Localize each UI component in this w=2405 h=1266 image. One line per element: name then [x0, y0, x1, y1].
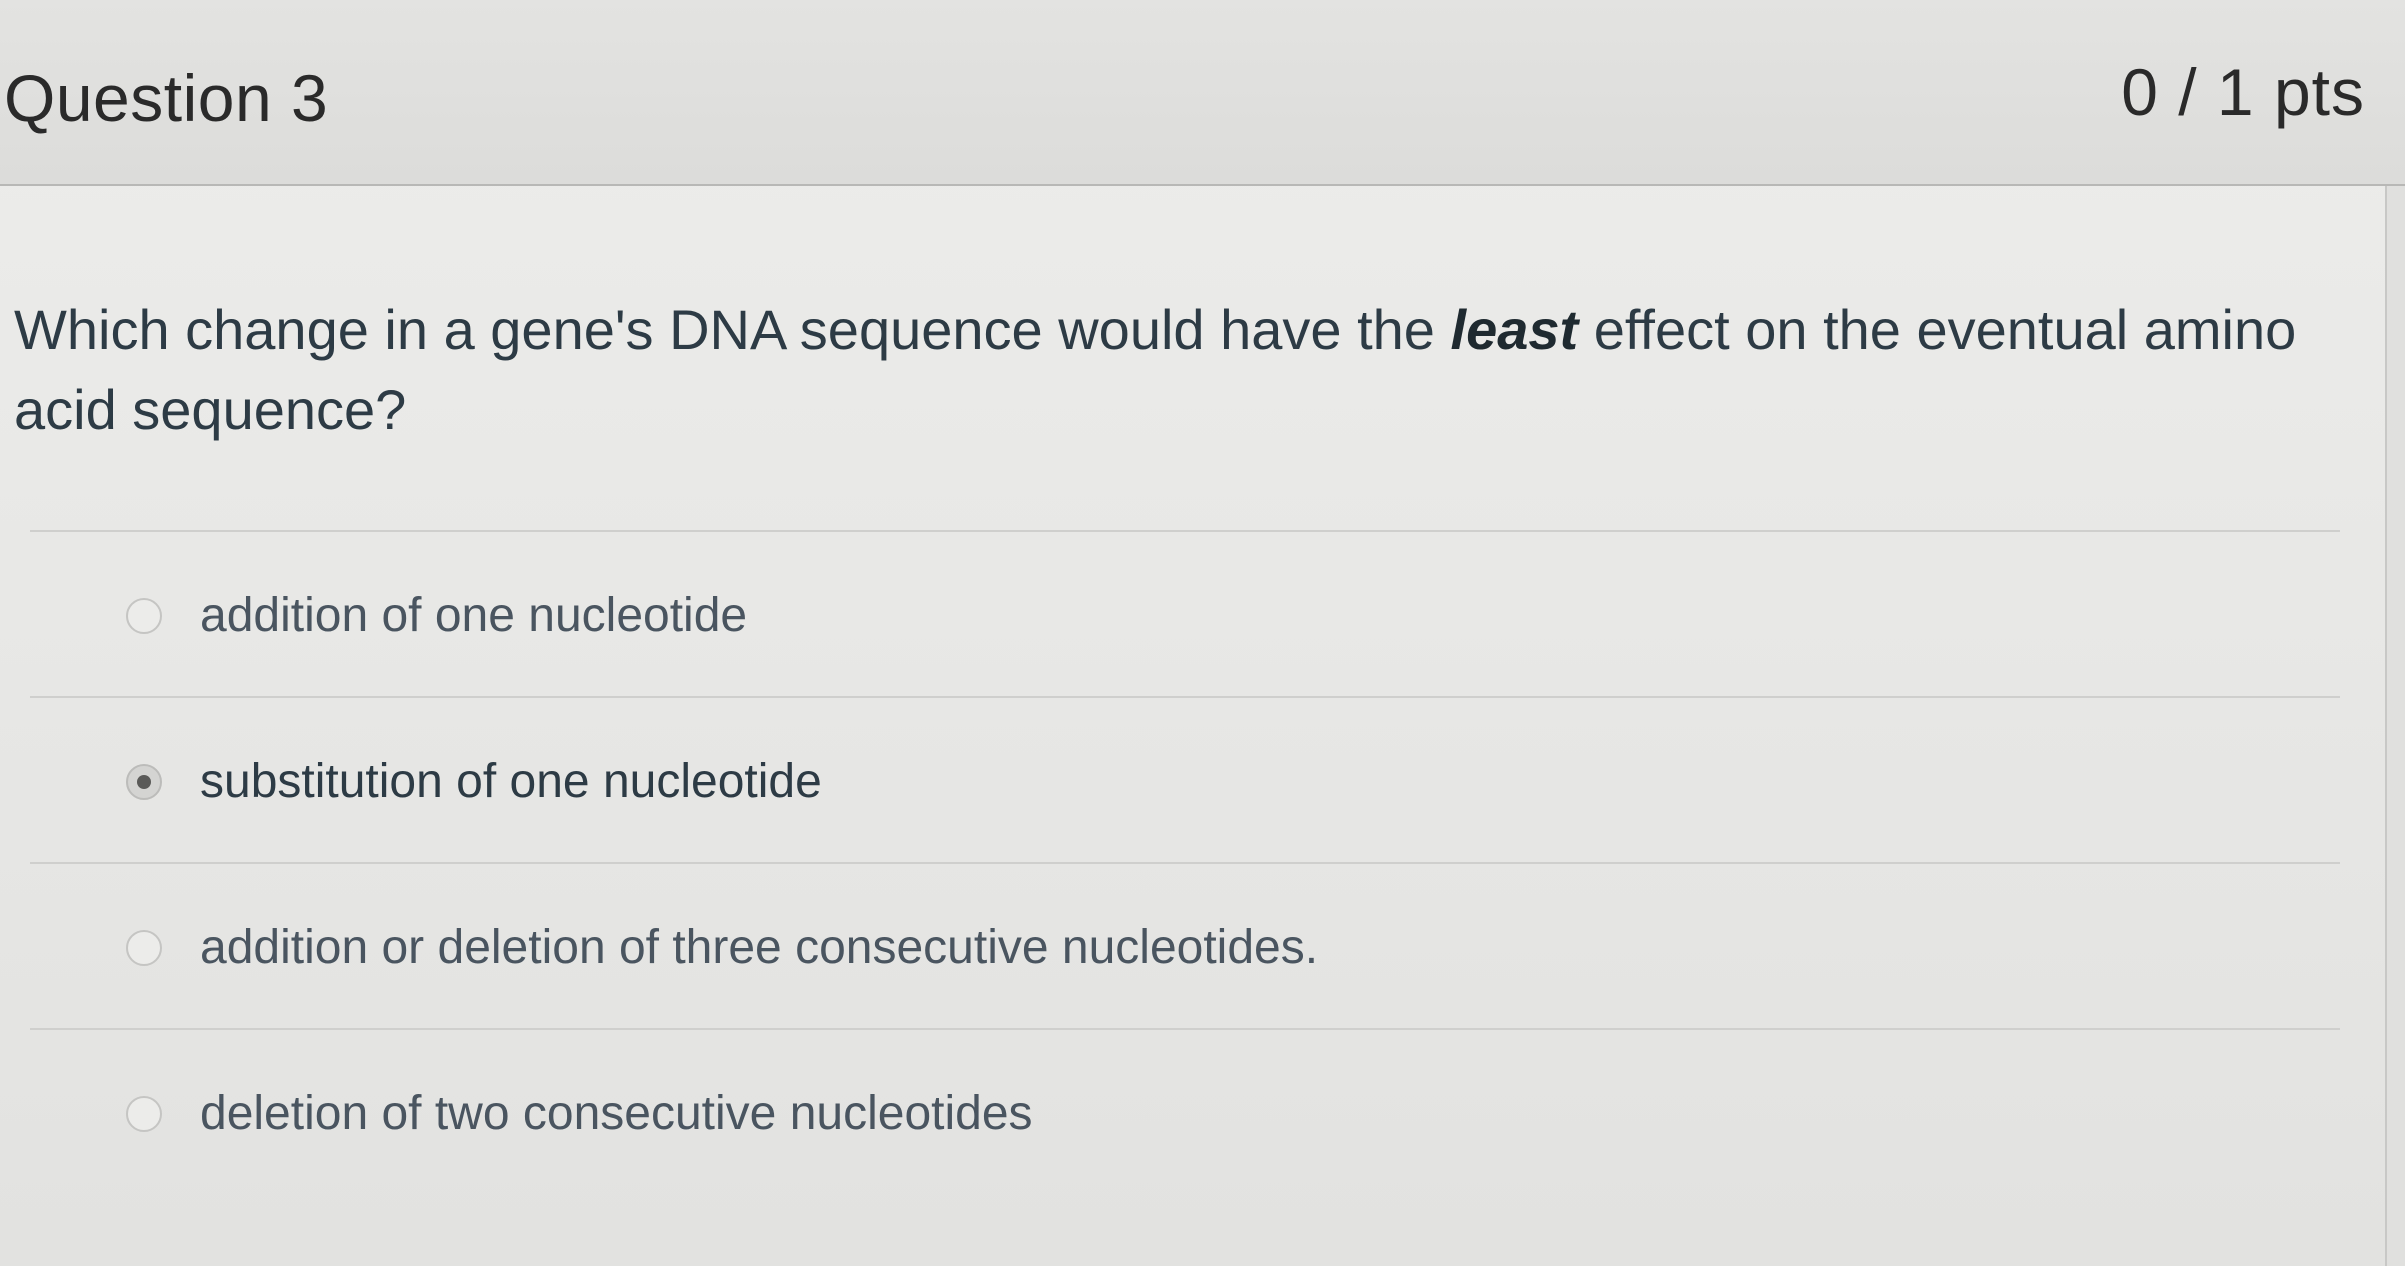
answer-label: substitution of one nucleotide: [200, 755, 822, 808]
answer-label: addition of one nucleotide: [200, 589, 748, 642]
question-header: Question 3 0 / 1 pts: [0, 0, 2405, 186]
answer-label: deletion of two consecutive nucleotides: [200, 1087, 1033, 1140]
radio-button[interactable]: [126, 930, 162, 966]
answer-option-3[interactable]: addition or deletion of three consecutiv…: [20, 864, 2340, 1028]
answer-label: addition or deletion of three consecutiv…: [200, 921, 1319, 974]
question-title: Question 3: [4, 61, 329, 135]
question-points: 0 / 1 pts: [2121, 55, 2365, 129]
answer-option-4[interactable]: deletion of two consecutive nucleotides: [20, 1030, 2340, 1194]
answer-option-1[interactable]: addition of one nucleotide: [20, 532, 2340, 696]
question-text-emphasis: least: [1450, 298, 1579, 361]
radio-button[interactable]: [126, 1096, 162, 1132]
scroll-edge: [2385, 186, 2405, 1266]
answer-list: addition of one nucleotide substitution …: [20, 530, 2340, 1194]
answer-option-2[interactable]: substitution of one nucleotide: [20, 698, 2340, 862]
radio-button[interactable]: [126, 598, 162, 634]
quiz-page: Question 3 0 / 1 pts Which change in a g…: [0, 0, 2405, 1266]
question-text-before: Which change in a gene's DNA sequence wo…: [14, 298, 1451, 361]
radio-button-selected[interactable]: [126, 764, 162, 800]
question-text: Which change in a gene's DNA sequence wo…: [14, 290, 2334, 450]
